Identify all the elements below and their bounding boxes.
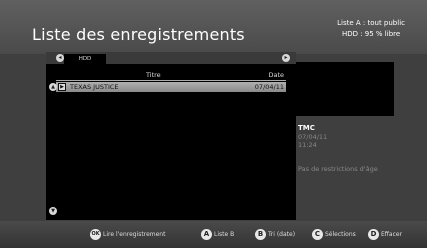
b-sort-button[interactable]: B Tri (date) (255, 228, 295, 240)
c-selections-button[interactable]: C Sélections (312, 228, 356, 240)
ok-icon: OK (90, 228, 101, 240)
a-list-button[interactable]: A Liste B (201, 228, 234, 240)
parental-list-status: Liste A : tout public (337, 19, 405, 27)
ok-label: Lire l'enregistrement (103, 230, 166, 238)
b-label: Tri (date) (268, 230, 296, 238)
a-label: Liste B (214, 230, 235, 238)
tab-hdd[interactable]: HDD (64, 54, 106, 64)
d-label: Effacer (381, 230, 403, 238)
a-icon: A (201, 228, 212, 240)
c-label: Sélections (325, 230, 356, 238)
column-headers: Titre Date (56, 71, 286, 81)
recording-title: TEXAS JUSTICE (70, 83, 119, 91)
page-title: Liste des enregistrements (32, 25, 245, 44)
channel-name: TMC (298, 124, 315, 132)
column-title[interactable]: Titre (146, 71, 161, 80)
age-restriction: Pas de restrictions d'âge (298, 165, 378, 173)
scroll-up-icon[interactable]: ▲ (49, 83, 57, 91)
ok-play-button[interactable]: OK Lire l'enregistrement (90, 228, 165, 240)
tab-next-icon[interactable]: ▸ (282, 54, 290, 62)
detail-date: 07/04/11 (298, 133, 328, 141)
table-row[interactable]: ▶ TEXAS JUSTICE 07/04/11 (56, 82, 286, 92)
recording-details: 07/04/11 11:24 (298, 133, 327, 149)
play-icon: ▶ (58, 83, 66, 91)
preview-window (296, 62, 394, 116)
c-icon: C (312, 228, 323, 240)
hdd-free-status: HDD : 95 % libre (341, 30, 401, 38)
column-date[interactable]: Date (268, 71, 284, 80)
scroll-down-icon[interactable]: ▼ (49, 207, 57, 215)
tab-bar: ◂ HDD ▸ (46, 52, 296, 64)
d-icon: D (368, 228, 379, 240)
header-info: Liste A : tout public HDD : 95 % libre (337, 18, 405, 40)
recordings-panel: ◂ HDD ▸ Titre Date ▶ TEXAS JUSTICE 07/04… (46, 52, 296, 220)
tab-prev-icon[interactable]: ◂ (56, 54, 64, 62)
b-icon: B (255, 228, 266, 240)
recording-date: 07/04/11 (254, 83, 284, 91)
detail-time: 11:24 (298, 141, 317, 149)
d-delete-button[interactable]: D Effacer (368, 228, 402, 240)
